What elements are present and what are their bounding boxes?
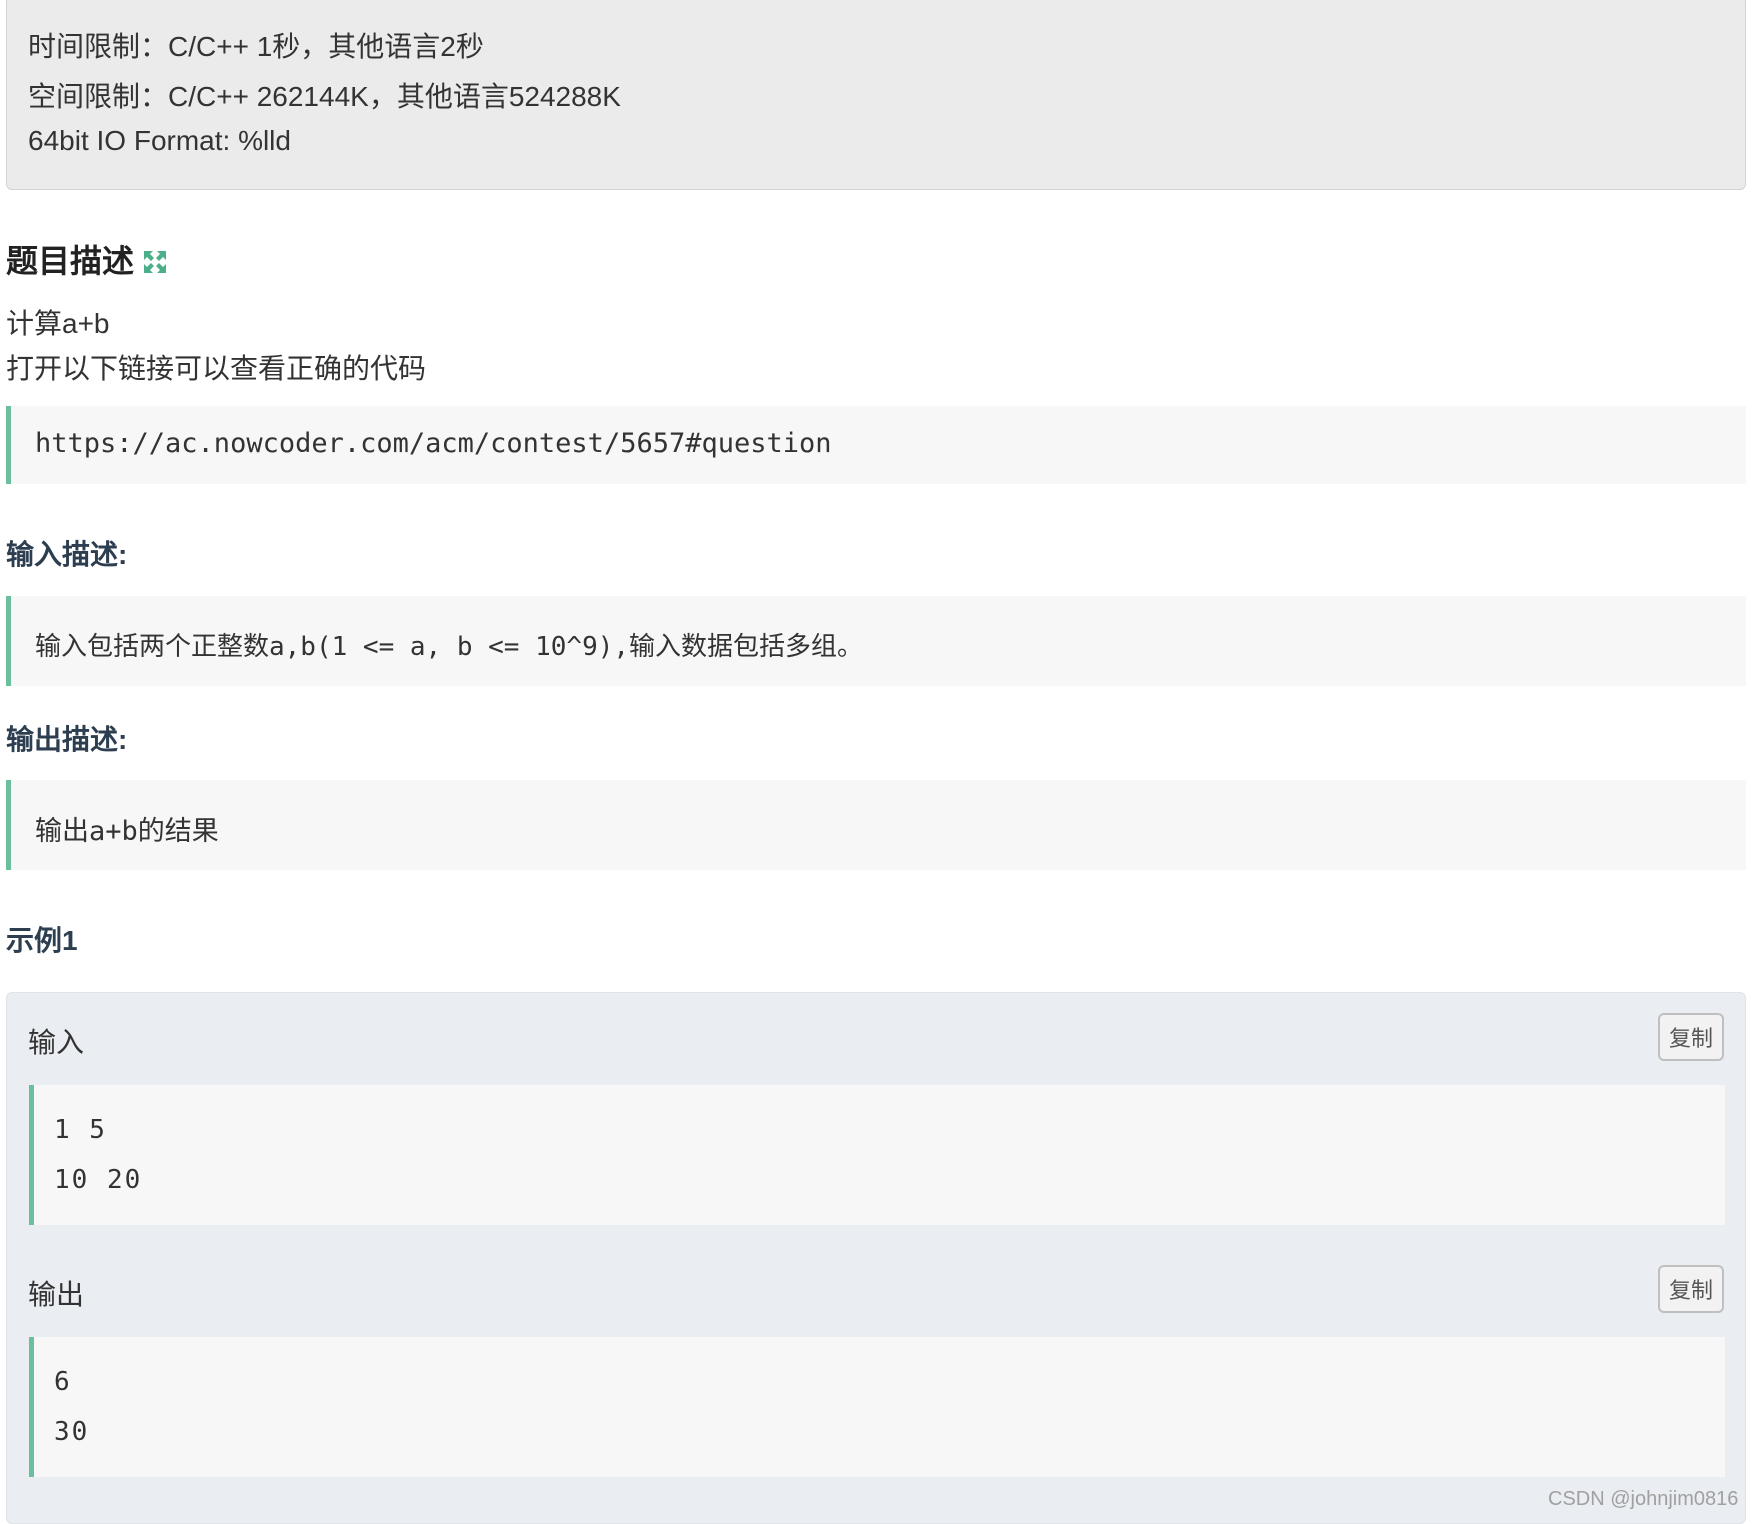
- example-output-line: 6: [54, 1367, 72, 1397]
- io-format: 64bit IO Format: %lld: [28, 125, 291, 156]
- space-limit: 空间限制：C/C++ 262144K，其他语言524288K: [28, 81, 621, 112]
- problem-description-title: 题目描述: [6, 243, 135, 279]
- output-description-block: 输出a+b的结果: [6, 780, 1746, 870]
- input-description-title: 输入描述:: [6, 539, 128, 570]
- copy-input-button[interactable]: 复制: [1658, 1013, 1724, 1061]
- output-description-title: 输出描述:: [6, 724, 128, 755]
- code-link[interactable]: https://ac.nowcoder.com/acm/contest/5657…: [35, 428, 832, 459]
- limits-panel: 时间限制：C/C++ 1秒，其他语言2秒 空间限制：C/C++ 262144K，…: [6, 0, 1746, 190]
- example-input-label: 输入: [28, 1027, 85, 1058]
- input-description-block: 输入包括两个正整数a,b(1 <= a, b <= 10^9),输入数据包括多组…: [6, 596, 1746, 686]
- example-input-line: 1 5: [54, 1115, 107, 1145]
- output-description-text: 输出a+b的结果: [35, 816, 219, 847]
- problem-description-heading: 题目描述: [6, 236, 168, 282]
- copy-output-button[interactable]: 复制: [1658, 1265, 1724, 1313]
- link-block: https://ac.nowcoder.com/acm/contest/5657…: [6, 406, 1746, 484]
- example-panel: 输入 复制 1 5 10 20 输出 复制 6 30: [6, 992, 1746, 1524]
- input-description-text: 输入包括两个正整数a,b(1 <= a, b <= 10^9),输入数据包括多组…: [35, 632, 864, 662]
- example-output-line: 30: [54, 1417, 90, 1447]
- example-input-line: 10 20: [54, 1165, 143, 1195]
- example-input-block: 1 5 10 20: [29, 1085, 1725, 1225]
- description-line-1: 计算a+b: [6, 308, 110, 339]
- example-title: 示例1: [6, 925, 78, 956]
- example-output-label: 输出: [28, 1279, 85, 1310]
- description-line-2: 打开以下链接可以查看正确的代码: [6, 353, 427, 384]
- time-limit: 时间限制：C/C++ 1秒，其他语言2秒: [28, 31, 484, 62]
- watermark: CSDN @johnjim0816: [1548, 1488, 1739, 1510]
- example-output-block: 6 30: [29, 1337, 1725, 1477]
- expand-icon[interactable]: [142, 246, 168, 273]
